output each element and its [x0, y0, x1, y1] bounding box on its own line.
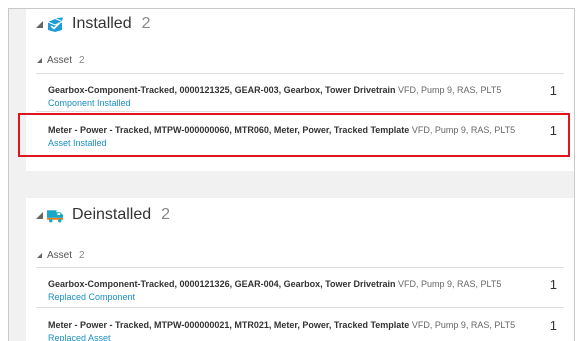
deinstalled-group-panel: Deinstalled 2 Asset 2 Gearbox-Component-… — [26, 198, 574, 341]
item-location: VFD, Pump 9, RAS, PLT5 — [411, 320, 516, 330]
deinstalled-group-title: Deinstalled — [72, 206, 152, 223]
expand-triangle-icon[interactable] — [36, 211, 43, 219]
item-status-link[interactable]: Replaced Component — [48, 292, 135, 302]
item-title: Gearbox-Component-Tracked, 0000121326, G… — [48, 279, 396, 289]
expand-triangle-icon[interactable] — [36, 20, 43, 28]
item-quantity: 1 — [549, 83, 557, 98]
divider — [36, 73, 564, 74]
item-quantity: 1 — [549, 277, 557, 292]
installed-group-title: Installed — [72, 15, 132, 32]
work-order-asset-groups: Installed 2 Asset 2 Gearbox-Component-Tr… — [8, 8, 575, 341]
deinstalled-truck-icon — [47, 208, 64, 223]
list-item-text: Meter - Power - Tracked, MTPW-000000021,… — [48, 319, 526, 341]
divider — [36, 111, 564, 112]
subgroup-count: 2 — [79, 250, 85, 261]
deinstalled-group-header[interactable]: Deinstalled 2 — [36, 206, 170, 224]
subgroup-count: 2 — [79, 55, 85, 66]
item-location: VFD, Pump 9, RAS, PLT5 — [397, 279, 502, 289]
list-item-text: Gearbox-Component-Tracked, 0000121325, G… — [48, 84, 526, 110]
subgroup-label: Asset — [47, 250, 73, 261]
list-item[interactable]: Gearbox-Component-Tracked, 0000121326, G… — [38, 275, 564, 317]
item-title: Gearbox-Component-Tracked, 0000121325, G… — [48, 85, 396, 95]
divider — [36, 267, 564, 268]
expand-triangle-icon[interactable] — [37, 253, 42, 258]
subgroup-label: Asset — [47, 55, 73, 66]
deinstalled-group-count: 2 — [161, 206, 171, 223]
installed-box-check-icon — [47, 17, 64, 32]
installed-group-header[interactable]: Installed 2 — [36, 15, 151, 33]
installed-asset-subgroup[interactable]: Asset 2 — [37, 55, 85, 66]
item-location: VFD, Pump 9, RAS, PLT5 — [397, 85, 502, 95]
item-status-link[interactable]: Replaced Asset — [48, 333, 111, 341]
item-title: Meter - Power - Tracked, MTPW-000000021,… — [48, 320, 410, 330]
deinstalled-asset-subgroup[interactable]: Asset 2 — [37, 250, 85, 261]
divider — [36, 307, 564, 308]
expand-triangle-icon[interactable] — [37, 58, 42, 63]
item-quantity: 1 — [549, 318, 557, 333]
list-item[interactable]: Meter - Power - Tracked, MTPW-000000021,… — [38, 316, 564, 341]
installed-group-count: 2 — [141, 15, 151, 32]
highlight-box — [18, 113, 570, 157]
item-status-link[interactable]: Component Installed — [48, 98, 131, 108]
list-item-text: Gearbox-Component-Tracked, 0000121326, G… — [48, 278, 526, 304]
